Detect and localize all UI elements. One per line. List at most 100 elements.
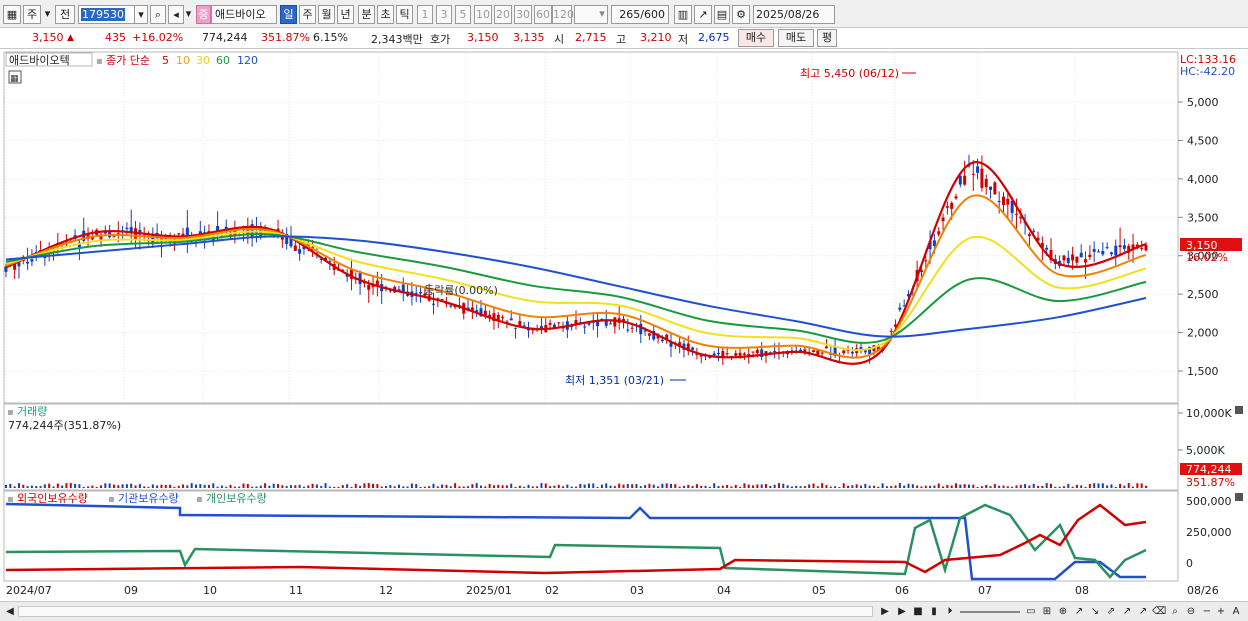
sound-icon[interactable]: ◂ xyxy=(168,5,184,24)
interval-3[interactable]: 3 xyxy=(436,5,452,24)
interval-5[interactable]: 5 xyxy=(455,5,471,24)
volume-bar xyxy=(492,485,495,488)
period-tab-minute[interactable]: 분 xyxy=(358,5,375,24)
pause-icon[interactable]: ▮ xyxy=(927,604,941,619)
interval-30[interactable]: 30 xyxy=(514,5,532,24)
volume-bar xyxy=(341,485,344,488)
prev-button[interactable]: 전 xyxy=(55,5,75,24)
plus-icon[interactable]: + xyxy=(1214,604,1228,619)
play-icon[interactable]: ▶ xyxy=(895,604,909,619)
speed-slider[interactable] xyxy=(960,611,1020,613)
zoom-area-icon[interactable]: ▭ xyxy=(1024,604,1038,619)
volume-bar xyxy=(35,486,38,488)
volume-bar xyxy=(415,484,418,488)
period-tab-week[interactable]: 주 xyxy=(299,5,316,24)
interval-dropdown-icon[interactable]: ▾ xyxy=(596,5,608,24)
interval-120[interactable]: 120 xyxy=(552,5,574,24)
legend-ma-30[interactable]: 30 xyxy=(196,54,210,67)
arc-tool-icon[interactable]: ↗ xyxy=(1136,604,1150,619)
volume-bar xyxy=(1037,485,1040,488)
candle-body xyxy=(997,201,1001,203)
scroll-bar[interactable]: ◀ ▶ ▶ ■ ▮ ⏵ ▭ ⊞ ⊕ ↗ ↘ ⇗ ↗ ↗ ⌫ ⌕ ⊖ − + A xyxy=(0,601,1248,621)
volume-bar xyxy=(1015,485,1018,488)
volume-bar xyxy=(613,486,616,488)
period-tab-year[interactable]: 년 xyxy=(337,5,354,24)
interval-1[interactable]: 1 xyxy=(417,5,433,24)
legend-individual[interactable]: 개인보유수량 xyxy=(206,492,267,505)
count-display[interactable]: 265/600 xyxy=(611,5,669,24)
volume-bar xyxy=(402,486,405,488)
volume-bar xyxy=(350,486,353,488)
code-dropdown-icon[interactable]: ▾ xyxy=(134,5,148,24)
stop-icon[interactable]: ■ xyxy=(911,604,925,619)
scroll-left-icon[interactable]: ◀ xyxy=(3,604,17,619)
volume-bar xyxy=(596,486,599,488)
legend-ma-5[interactable]: 5 xyxy=(162,54,169,67)
period-selector[interactable]: 주 xyxy=(23,5,41,24)
period-tab-day[interactable]: 일 xyxy=(280,5,297,24)
holdings-panel-close-icon[interactable] xyxy=(1235,493,1243,501)
search-icon[interactable]: ⌕ xyxy=(150,5,166,24)
candle-body xyxy=(738,352,742,356)
x-axis-label: 04 xyxy=(717,584,731,597)
period-tab-tick[interactable]: 틱 xyxy=(396,5,413,24)
chart-canvas[interactable]: 애드바이오텍 ▪ 종가 단순 5 10 30 60 120 ▦ LC:133.1… xyxy=(0,50,1248,605)
legend-ma-label[interactable]: 종가 단순 xyxy=(106,54,150,67)
period-dropdown-icon[interactable]: ▾ xyxy=(43,5,52,24)
interval-20[interactable]: 20 xyxy=(494,5,512,24)
stock-code-input[interactable]: 179530 xyxy=(78,5,136,24)
save-icon[interactable]: ▤ xyxy=(714,5,730,24)
crosshair-icon[interactable]: ⊕ xyxy=(1056,604,1070,619)
search-zoom-icon[interactable]: ⌕ xyxy=(1168,604,1182,619)
erase-tool-icon[interactable]: ⌫ xyxy=(1152,604,1166,619)
gear-icon[interactable]: ⚙ xyxy=(732,5,750,24)
period-tab-month[interactable]: 월 xyxy=(318,5,335,24)
volume-bar xyxy=(605,483,608,488)
candle-body xyxy=(26,261,30,264)
volume-bar xyxy=(518,485,521,488)
legend-ma-120[interactable]: 120 xyxy=(237,54,258,67)
legend-ma-10[interactable]: 10 xyxy=(176,54,190,67)
legend-ma-60[interactable]: 60 xyxy=(216,54,230,67)
interval-10[interactable]: 10 xyxy=(474,5,492,24)
sound-dropdown-icon[interactable]: ▾ xyxy=(184,5,193,24)
stock-name-field[interactable]: 애드바이오 xyxy=(211,5,277,24)
candle-body xyxy=(583,326,587,328)
trend-tool-icon[interactable]: ↘ xyxy=(1088,604,1102,619)
interval-60[interactable]: 60 xyxy=(534,5,552,24)
legend-stock-name[interactable]: 애드바이오텍 xyxy=(9,54,70,67)
legend-foreign[interactable]: 외국인보유수량 xyxy=(17,492,88,505)
period-tab-second[interactable]: 초 xyxy=(377,5,394,24)
volume-bar xyxy=(436,486,439,488)
zoom-fit-icon[interactable]: ⊞ xyxy=(1040,604,1054,619)
volume-bar xyxy=(13,486,16,488)
sell-button[interactable]: 매도 xyxy=(778,29,814,47)
volume-bar xyxy=(130,483,133,488)
chart-type-icon[interactable]: ▦ xyxy=(3,5,21,24)
volume-value: 774,244 xyxy=(202,31,248,44)
channel-tool-icon[interactable]: ⇗ xyxy=(1104,604,1118,619)
minus-icon[interactable]: − xyxy=(1200,604,1214,619)
legend-institution[interactable]: 기관보유수량 xyxy=(118,492,179,505)
candle-body xyxy=(1092,249,1096,252)
indicator-icon[interactable]: ▥ xyxy=(674,5,692,24)
flat-button[interactable]: 평 xyxy=(817,29,837,47)
fib-tool-icon[interactable]: ↗ xyxy=(1120,604,1134,619)
text-tool-icon[interactable]: A xyxy=(1229,604,1243,619)
chart-area[interactable]: 애드바이오텍 ▪ 종가 단순 5 10 30 60 120 ▦ LC:133.1… xyxy=(0,50,1248,605)
zoom-out-icon[interactable]: ⊖ xyxy=(1184,604,1198,619)
volume-bar xyxy=(734,484,737,488)
speed-icon[interactable]: ⏵ xyxy=(943,604,957,619)
draw-tool-icon[interactable]: ↗ xyxy=(694,5,712,24)
scroll-track[interactable] xyxy=(18,606,873,617)
line-tool-icon[interactable]: ↗ xyxy=(1072,604,1086,619)
buy-button[interactable]: 매수 xyxy=(738,29,774,47)
date-field[interactable]: 2025/08/26 xyxy=(753,5,835,24)
scroll-right-icon[interactable]: ▶ xyxy=(878,604,892,619)
volume-bar xyxy=(825,485,828,488)
candle-body xyxy=(993,182,997,195)
volume-bar xyxy=(69,483,72,488)
volume-panel-close-icon[interactable] xyxy=(1235,406,1243,414)
volume-bar xyxy=(272,483,275,488)
volume-title[interactable]: 거래량 xyxy=(17,405,47,418)
